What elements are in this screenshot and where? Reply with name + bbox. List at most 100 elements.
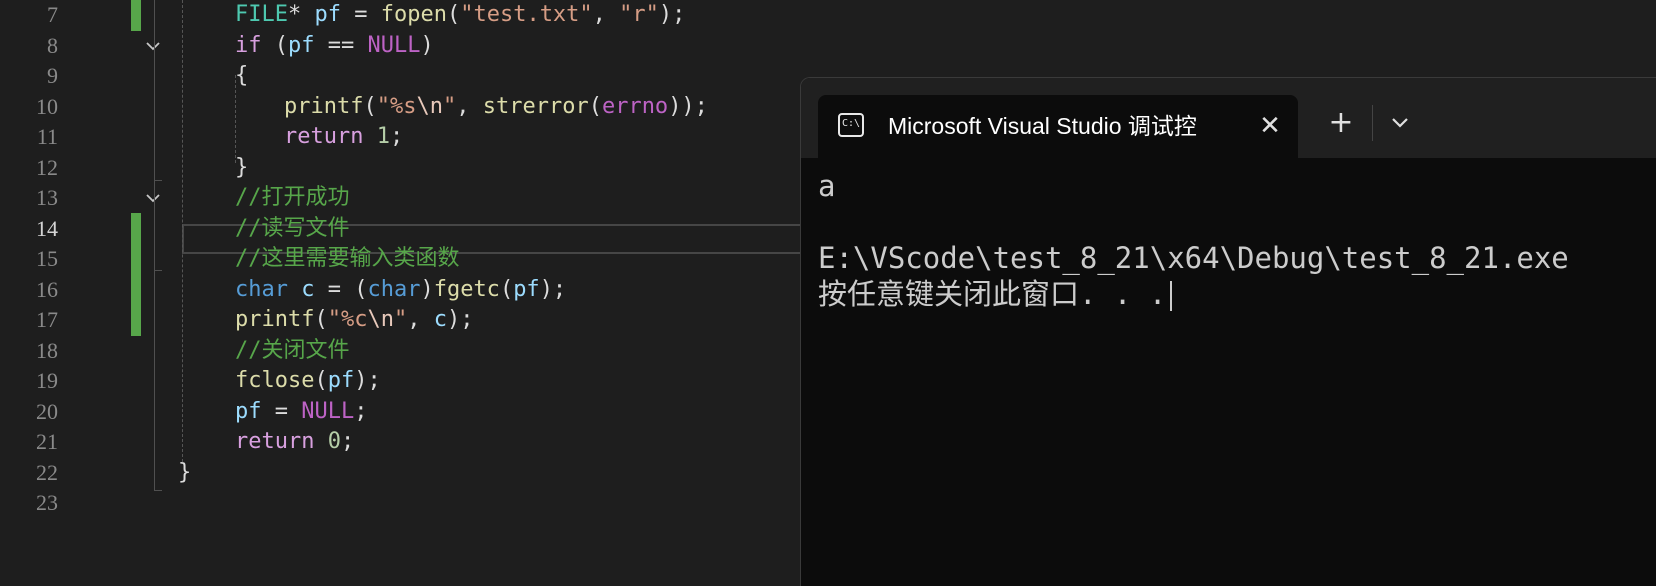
code-token: strerror — [482, 93, 589, 119]
code-token: printf — [235, 307, 315, 332]
chevron-down-icon[interactable] — [143, 30, 163, 62]
terminal-tab-title: Microsoft Visual Studio 调试控 — [888, 113, 1197, 139]
code-token: NULL — [367, 32, 421, 58]
terminal-tab-bar: C:\ Microsoft Visual Studio 调试控 ✕ + — [801, 78, 1656, 158]
code-token: pf — [513, 276, 540, 302]
code-text[interactable]: //这里需要输入类函数 — [235, 243, 460, 275]
code-line[interactable]: 8 if (pf == NULL) — [0, 30, 1656, 62]
code-token: pf — [288, 32, 315, 58]
code-token: "%c — [327, 307, 368, 332]
code-token: "%s — [376, 93, 417, 119]
code-token: ( — [314, 307, 328, 332]
line-number: 19 — [36, 368, 58, 393]
code-text[interactable]: { — [235, 60, 248, 92]
code-text[interactable]: return 1; — [284, 121, 403, 153]
code-token: ( — [499, 276, 514, 302]
terminal-line-text: 按任意键关闭此窗口. . . — [818, 277, 1167, 311]
code-token: pf — [327, 368, 355, 393]
code-token: = — [261, 398, 302, 424]
code-text[interactable]: if (pf == NULL) — [235, 30, 434, 62]
code-token: c — [301, 276, 315, 302]
code-token: fopen — [380, 2, 447, 27]
code-token: ( — [363, 93, 377, 119]
code-token: 1 — [376, 124, 390, 149]
code-token: )); — [668, 93, 708, 119]
code-token: pf — [235, 398, 262, 424]
code-token: " — [393, 307, 408, 332]
tab-separator — [1372, 105, 1373, 141]
code-token: "test.txt" — [460, 2, 593, 27]
code-token: = — [340, 2, 381, 27]
line-number: 23 — [36, 490, 58, 515]
code-text[interactable]: } — [178, 457, 191, 489]
code-text[interactable]: //打开成功 — [235, 182, 350, 214]
code-token: FILE — [235, 2, 288, 27]
code-token: , — [456, 93, 483, 119]
line-number: 17 — [36, 307, 58, 332]
code-token: //关闭文件 — [235, 337, 350, 363]
code-token: ); — [354, 368, 381, 393]
code-token: ; — [340, 429, 355, 454]
code-text[interactable]: char c = (char)fgetc(pf); — [235, 274, 566, 306]
terminal-line: a — [818, 169, 836, 203]
line-number: 16 — [36, 276, 58, 302]
code-text[interactable]: printf("%s\n", strerror(errno)); — [284, 91, 708, 123]
code-token: = ( — [314, 276, 368, 302]
indent-guide — [182, 0, 183, 462]
line-number: 15 — [36, 246, 58, 271]
code-token: ); — [539, 276, 567, 302]
plus-icon[interactable]: + — [1321, 103, 1361, 143]
code-text[interactable]: return 0; — [235, 426, 354, 458]
code-token: ) — [420, 276, 434, 302]
code-token: ( — [588, 93, 602, 119]
console-icon: C:\ — [838, 113, 864, 137]
code-token: } — [235, 154, 249, 180]
code-token: ( — [261, 32, 288, 58]
line-number: 12 — [36, 154, 58, 180]
chevron-down-icon[interactable] — [1380, 103, 1420, 143]
line-number: 9 — [47, 63, 58, 88]
code-text[interactable]: fclose(pf); — [235, 365, 381, 397]
code-token: errno — [601, 93, 669, 119]
code-token: { — [235, 63, 249, 88]
code-line[interactable]: 7 FILE* pf = fopen("test.txt", "r"); — [0, 0, 1656, 31]
code-token: fgetc — [433, 276, 500, 302]
code-token: 0 — [327, 429, 341, 454]
chevron-down-icon[interactable] — [143, 182, 163, 214]
indent-guide — [235, 75, 236, 163]
text-caret — [1170, 281, 1173, 311]
code-token: == — [314, 32, 368, 58]
terminal-window[interactable]: C:\ Microsoft Visual Studio 调试控 ✕ + a E:… — [800, 77, 1656, 586]
code-token: return — [284, 124, 364, 149]
code-text[interactable]: } — [235, 152, 248, 184]
code-token: printf — [284, 93, 364, 119]
code-token: return — [235, 429, 315, 454]
code-token: char — [235, 276, 288, 302]
change-indicator — [131, 212, 141, 245]
code-text[interactable]: FILE* pf = fopen("test.txt", "r"); — [235, 0, 685, 31]
code-text[interactable]: printf("%c\n", c); — [235, 304, 473, 336]
terminal-tab[interactable]: C:\ Microsoft Visual Studio 调试控 ✕ — [818, 95, 1298, 158]
code-token: ; — [354, 398, 368, 424]
terminal-output[interactable]: a E:\VScode\test_8_21\x64\Debug\test_8_2… — [818, 168, 1648, 312]
code-token: char — [367, 276, 421, 302]
code-text[interactable]: //读写文件 — [235, 213, 350, 245]
code-token: ) — [420, 32, 434, 58]
code-token: pf — [314, 2, 341, 27]
code-text[interactable]: pf = NULL; — [235, 396, 367, 428]
code-token: NULL — [301, 398, 355, 424]
code-token: ( — [314, 368, 328, 393]
change-indicator — [131, 304, 141, 336]
line-number: 14 — [36, 215, 58, 241]
code-token: if — [235, 32, 262, 58]
code-token: * — [287, 2, 315, 27]
line-number: 22 — [36, 459, 58, 485]
fold-end-tick — [154, 490, 162, 491]
code-text[interactable]: //关闭文件 — [235, 335, 350, 367]
close-icon[interactable]: ✕ — [1256, 112, 1284, 140]
code-token: ; — [389, 124, 404, 149]
code-token: "r" — [619, 2, 659, 27]
